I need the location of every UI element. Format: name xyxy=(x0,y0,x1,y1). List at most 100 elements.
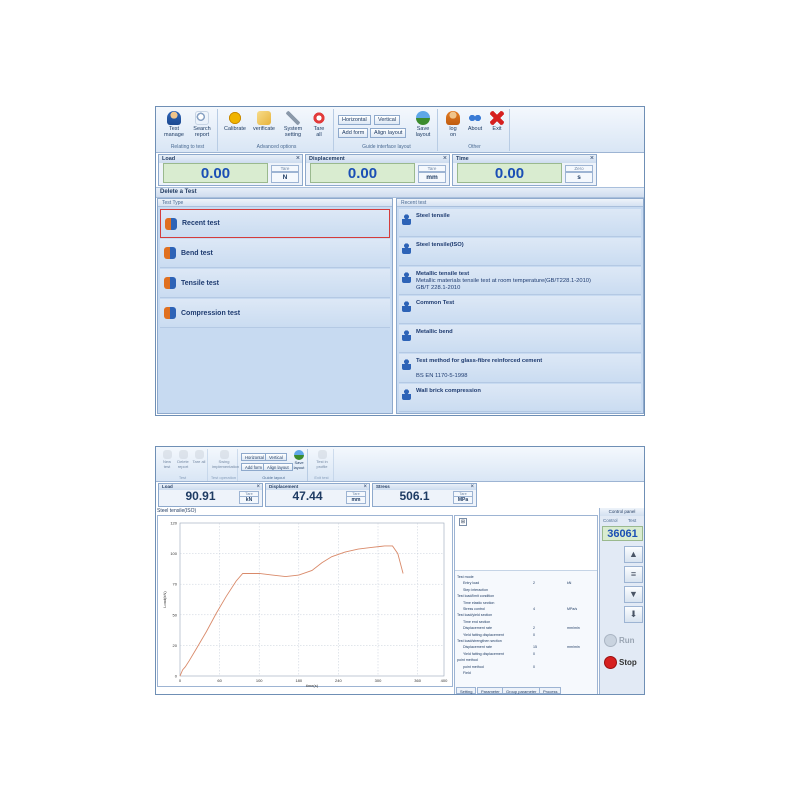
parameter-row[interactable]: Yield fatting displacement 0 xyxy=(457,652,595,657)
y-tick-label: 50 xyxy=(173,612,178,617)
parameter-row[interactable]: Test load/strengthen section xyxy=(457,639,595,644)
fast-down-button[interactable]: ⬇ xyxy=(624,606,643,623)
parameter-row[interactable]: Displacement rate 2 mm/min xyxy=(457,626,595,631)
parameter-value[interactable]: 15 xyxy=(533,645,537,650)
save-layout-button[interactable]: Save layout xyxy=(290,450,308,470)
x-tick-label: 240 xyxy=(335,678,342,683)
parameter-row[interactable]: Test load/limit condition xyxy=(457,594,595,599)
parameter-row[interactable]: point method xyxy=(457,658,595,663)
swing-implementation-button[interactable]: Swing implementation xyxy=(212,450,239,469)
test-type-icon xyxy=(164,247,176,259)
parameter-row[interactable]: Displacement rate 15 mm/min xyxy=(457,645,595,650)
vertical-button[interactable]: Vertical xyxy=(265,453,287,461)
unit-select[interactable]: mm xyxy=(418,172,446,183)
stop-button[interactable]: Stop xyxy=(602,654,643,671)
ribbon-group-label: Relating to test xyxy=(170,144,205,150)
search-report-button[interactable]: Search report xyxy=(189,111,215,138)
delete-report-button[interactable]: Delete report xyxy=(175,450,191,469)
unit-select[interactable]: MPa xyxy=(453,496,473,504)
recent-test-item[interactable]: Wall brick compression xyxy=(399,384,641,412)
save-layout-icon xyxy=(294,450,304,460)
control-tab[interactable]: Control xyxy=(603,518,618,523)
test-in-profile-button[interactable]: Test in profile xyxy=(311,450,333,469)
parameter-row[interactable]: Test mode xyxy=(457,575,595,580)
parameter-row[interactable]: Stress control 4 MPa/s xyxy=(457,607,595,612)
recent-test-item[interactable]: Metallic tensile test Metallic materials … xyxy=(399,267,641,295)
log-on-button[interactable]: log on xyxy=(442,111,464,138)
recent-test-item[interactable]: Metallic bend xyxy=(399,325,641,353)
close-icon[interactable]: × xyxy=(443,155,447,163)
parameter-value[interactable]: 0 xyxy=(533,665,535,670)
unit-select[interactable]: s xyxy=(565,172,593,183)
ribbon-group-label: Advanced options xyxy=(256,144,297,150)
vertical-button[interactable]: Vertical xyxy=(374,115,401,125)
tree-node-icon[interactable]: ⊞ xyxy=(459,518,467,526)
unit-select[interactable]: N xyxy=(271,172,299,183)
close-icon[interactable]: × xyxy=(256,484,260,490)
about-icon xyxy=(468,111,482,125)
ribbon-group-exit-test: Test in profile Exit test xyxy=(310,449,334,481)
calibrate-icon xyxy=(228,111,242,125)
recent-test-item[interactable]: Test method for glass-fibre reinforced c… xyxy=(399,354,641,383)
tare-all-button[interactable]: Tare all xyxy=(191,450,207,465)
tare-button[interactable]: Tare xyxy=(418,165,446,172)
down-triangle-button[interactable]: ▼ xyxy=(624,586,643,603)
align-layout-button[interactable]: Align layout xyxy=(370,128,407,138)
parameter-value[interactable]: 0 xyxy=(533,652,535,657)
horizontal-button[interactable]: Horizontal xyxy=(338,115,371,125)
x-tick-label: 100 xyxy=(256,678,263,683)
tare-all-button[interactable]: Tare all xyxy=(306,111,332,138)
run-button[interactable]: Run xyxy=(602,632,643,649)
tare-button[interactable]: Tare xyxy=(271,165,299,172)
recent-test-item[interactable]: Steel tensile(ISO) xyxy=(399,238,641,266)
parameter-value[interactable]: 2 xyxy=(533,581,535,586)
parameter-value[interactable]: 2 xyxy=(533,626,535,631)
parameter-value[interactable]: 0 xyxy=(533,633,535,638)
param-tab[interactable]: Group parameter xyxy=(502,687,541,694)
parameter-row[interactable]: Time elastic section xyxy=(457,601,595,606)
system-setting-button[interactable]: System setting xyxy=(280,111,306,138)
horizontal-button[interactable]: Horizontal xyxy=(241,453,268,461)
zero-button[interactable]: Zero xyxy=(565,165,593,172)
parameter-row[interactable]: Step interaction xyxy=(457,588,595,593)
about-button[interactable]: About xyxy=(464,111,486,132)
parameter-row[interactable]: Time end section xyxy=(457,620,595,625)
search-icon xyxy=(195,111,209,125)
unit-select[interactable]: mm xyxy=(346,496,366,504)
up-triangle-button[interactable]: ▲ xyxy=(624,546,643,563)
close-icon[interactable]: × xyxy=(590,155,594,163)
parameter-row[interactable]: point method 0 xyxy=(457,665,595,670)
exit-button[interactable]: Exit xyxy=(486,111,508,132)
parameter-row[interactable]: Entry load 2 kN xyxy=(457,581,595,586)
ribbon-group-label: Test operation xyxy=(210,475,237,480)
param-tab[interactable]: Parameter xyxy=(477,687,504,694)
recent-test-item[interactable]: Steel tensile xyxy=(399,209,641,237)
parameter-row[interactable]: Yield fatting displacement 0 xyxy=(457,633,595,638)
arrow-down-icon: ⬇ xyxy=(629,609,638,619)
test-manage-button[interactable]: Test manage xyxy=(161,111,187,138)
test-type-bend[interactable]: Bend test xyxy=(160,239,390,268)
parameter-value[interactable]: 4 xyxy=(533,607,535,612)
test-type-recent[interactable]: Recent test xyxy=(160,209,390,238)
align-layout-button[interactable]: Align layout xyxy=(263,463,293,471)
parameter-row[interactable]: Test load/yield section xyxy=(457,613,595,618)
param-tab[interactable]: Setting xyxy=(456,687,477,694)
param-tab[interactable]: Process xyxy=(539,687,562,694)
test-type-compression[interactable]: Compression test xyxy=(160,299,390,328)
test-type-tensile[interactable]: Tensile test xyxy=(160,269,390,298)
test-tab[interactable]: Test xyxy=(628,518,636,523)
new-test-button[interactable]: New test xyxy=(159,450,175,469)
stop-position-button[interactable]: ≡ xyxy=(624,566,643,583)
logon-icon xyxy=(446,111,460,125)
close-icon[interactable]: × xyxy=(470,484,474,490)
stress-meter: Stress × 506.1 Tare MPa xyxy=(372,483,477,507)
parameter-row[interactable]: Field xyxy=(457,671,595,676)
save-layout-button[interactable]: Save layout xyxy=(410,111,436,138)
unit-select[interactable]: kN xyxy=(239,496,259,504)
recent-test-item[interactable]: Common Test xyxy=(399,296,641,324)
verificate-button[interactable]: verificate xyxy=(250,111,278,132)
add-form-button[interactable]: Add form xyxy=(338,128,369,138)
calibrate-button[interactable]: Calibrate xyxy=(222,111,248,132)
close-icon[interactable]: × xyxy=(363,484,367,490)
close-icon[interactable]: × xyxy=(296,155,300,163)
